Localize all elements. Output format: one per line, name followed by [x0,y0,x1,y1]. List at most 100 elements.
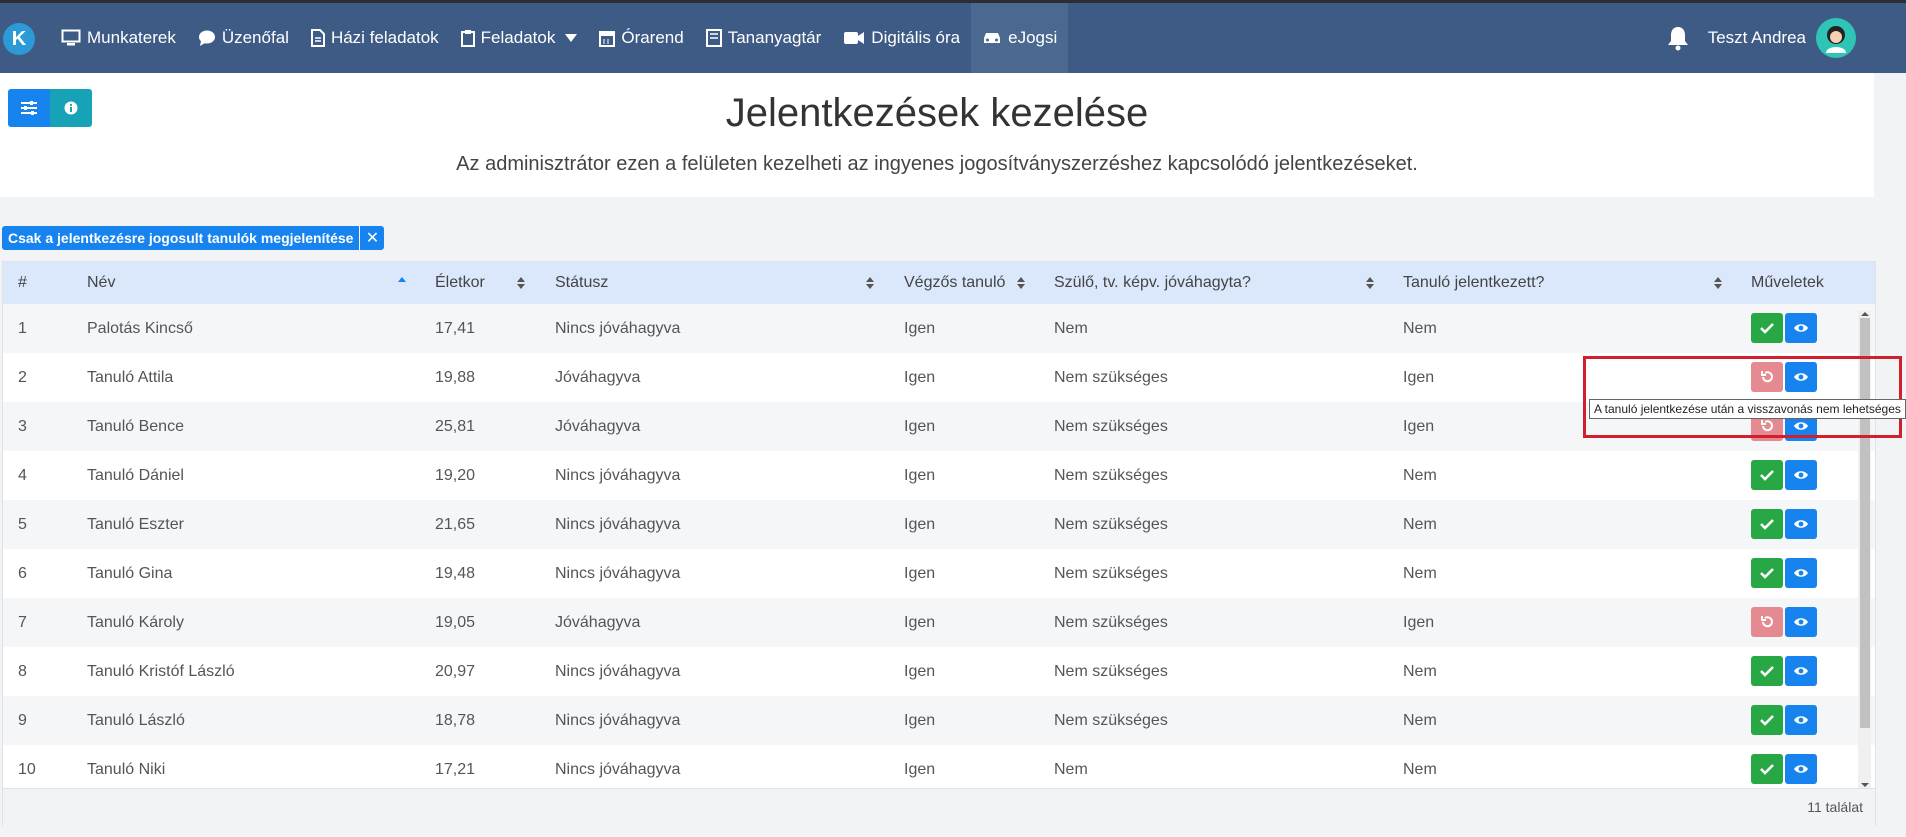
approve-button[interactable] [1751,558,1783,588]
view-button[interactable] [1785,754,1817,784]
user-name[interactable]: Teszt Andrea [1708,28,1806,48]
sort-icon[interactable] [516,276,526,290]
sort-asc-icon[interactable] [397,276,407,290]
cell-applied: Nem [1403,515,1437,533]
cell-number: 2 [18,368,27,386]
approve-button[interactable] [1751,313,1783,343]
cell-age: 18,78 [435,711,476,729]
nav-item-hazi-feladatok[interactable]: Házi feladatok [300,3,450,73]
cell-age: 21,65 [435,515,476,533]
approve-button[interactable] [1751,705,1783,735]
eye-icon [1794,569,1808,577]
column-header-senior[interactable]: Végzős tanuló [904,262,1005,304]
cell-name: Tanuló Dániel [87,466,184,484]
approve-button[interactable] [1751,754,1783,784]
eye-icon [1794,716,1808,724]
cell-age: 19,48 [435,564,476,582]
cell-number: 1 [18,319,27,337]
approve-button[interactable] [1751,460,1783,490]
check-icon [1760,470,1774,481]
cell-parent-approval: Nem szükséges [1054,564,1168,582]
app-logo[interactable]: K [3,23,35,55]
column-header-applied[interactable]: Tanuló jelentkezett? [1403,262,1544,304]
column-header-age[interactable]: Életkor [435,262,485,304]
column-header-name[interactable]: Név [87,262,115,304]
cell-parent-approval: Nem szükséges [1054,368,1168,386]
cell-age: 20,97 [435,662,476,680]
tooltip: A tanuló jelentkezése után a visszavonás… [1589,399,1906,419]
cell-senior: Igen [904,466,936,484]
nav-item-ejogsi[interactable]: eJogsi [971,3,1069,73]
car-icon [984,33,1001,43]
approve-button[interactable] [1751,656,1783,686]
cell-parent-approval: Nem szükséges [1054,515,1168,533]
view-button[interactable] [1785,509,1817,539]
column-header-actions: Műveletek [1751,274,1824,291]
view-button[interactable] [1785,558,1817,588]
close-icon[interactable]: ✕ [359,226,385,250]
calendar-icon [599,31,616,47]
cell-number: 7 [18,613,27,631]
cell-applied: Nem [1403,760,1437,778]
check-icon [1760,568,1774,579]
check-icon [1760,323,1774,334]
cell-name: Tanuló Eszter [87,515,184,533]
scroll-down-icon[interactable] [1860,782,1870,788]
cell-age: 19,20 [435,466,476,484]
cell-number: 4 [18,466,27,484]
revoke-button[interactable] [1751,607,1783,637]
cell-senior: Igen [904,319,936,337]
check-icon [1760,666,1774,677]
cell-applied: Igen [1403,417,1435,435]
check-icon [1760,715,1774,726]
applications-table: # Név Életkor Státusz Végzős tanuló Szül… [2,261,1876,826]
view-button[interactable] [1785,607,1817,637]
table-row: 7 Tanuló Károly 19,05 Jóváhagyva Igen Nem szü… [3,598,1875,647]
nav-item-tananyagtar[interactable]: Tananyagtár [695,3,833,73]
cell-senior: Igen [904,515,936,533]
view-button[interactable] [1785,705,1817,735]
eye-icon [1794,324,1808,332]
navbar: K Munkaterek Üzenőfal Házi feladatok Fel… [0,3,1906,73]
cell-name: Tanuló Károly [87,613,184,631]
cell-senior: Igen [904,368,936,386]
column-header-status[interactable]: Státusz [555,262,608,304]
sort-icon[interactable] [1016,276,1026,290]
check-icon [1760,764,1774,775]
nav-item-digitalis-ora[interactable]: Digitális óra [832,3,971,73]
cell-age: 17,41 [435,319,476,337]
sort-icon[interactable] [865,276,875,290]
nav-item-uzenofal[interactable]: Üzenőfal [187,3,300,73]
view-button[interactable] [1785,460,1817,490]
scroll-up-icon[interactable] [1860,311,1870,317]
sort-icon[interactable] [1713,276,1723,290]
view-button[interactable] [1785,313,1817,343]
nav-item-orarend[interactable]: Órarend [588,3,694,73]
cell-status: Nincs jóváhagyva [555,564,681,582]
sort-icon[interactable] [1365,276,1375,290]
nav-item-feladatok[interactable]: Feladatok [450,3,589,73]
avatar[interactable] [1816,18,1856,58]
eye-icon [1794,667,1808,675]
cell-status: Jóváhagyva [555,417,641,435]
bell-icon[interactable] [1666,25,1690,51]
nav-menu: Munkaterek Üzenőfal Házi feladatok Felad… [50,3,1069,73]
cell-applied: Nem [1403,319,1437,337]
result-count: 11 találat [1807,799,1863,815]
nav-item-munkaterek[interactable]: Munkaterek [50,3,187,73]
cell-senior: Igen [904,613,936,631]
cell-senior: Igen [904,760,936,778]
filter-chip-label: Csak a jelentkezésre jogosult tanulók me… [2,226,360,250]
column-header-parent-approval[interactable]: Szülő, tv. képv. jóváhagyta? [1054,262,1251,304]
user-menu[interactable]: Teszt Andrea [1666,3,1856,73]
chat-bubble-icon [198,30,215,46]
view-button[interactable] [1785,656,1817,686]
cell-status: Nincs jóváhagyva [555,760,681,778]
approve-button[interactable] [1751,509,1783,539]
document-icon [310,29,325,47]
table-row: 1 Palotás Kincső 17,41 Nincs jóváhagyva Igen… [3,304,1875,353]
cell-status: Jóváhagyva [555,368,641,386]
eye-icon [1794,520,1808,528]
user-avatar-icon [1826,26,1846,53]
book-icon [705,29,722,47]
